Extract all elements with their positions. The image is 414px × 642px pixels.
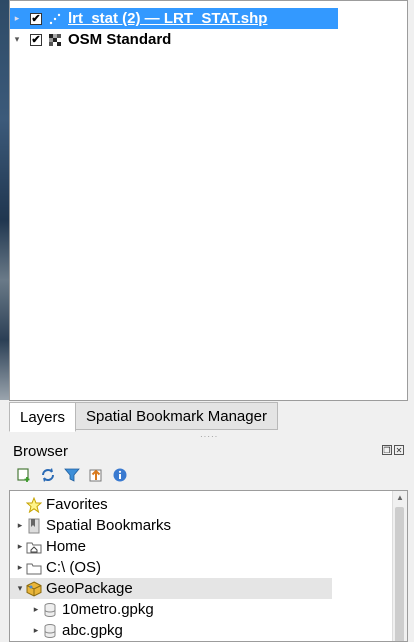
tree-expander[interactable]: ▸ [14,562,26,573]
home-folder-icon [26,539,42,555]
tree-item-label: Spatial Bookmarks [46,517,172,534]
collapse-arrow-icon[interactable]: ▾ [10,34,24,45]
layer-visibility-checkbox[interactable]: ✔ [30,12,42,25]
tree-expander[interactable]: ▸ [30,625,42,636]
vertical-scrollbar[interactable]: ▲ [392,491,407,641]
tree-item-10metro-gpkg[interactable]: ▸ 10metro.gpkg [30,599,154,620]
expand-arrow-icon[interactable]: ▸ [10,13,24,24]
browser-tree[interactable]: Favorites ▸ Spatial Bookmarks ▸ Home ▸ C… [9,490,408,642]
layers-panel[interactable]: ▸ ✔ lrt_stat (2) — LRT_STAT.shp ▾ ✔ OSM … [9,0,408,401]
tree-item-c-drive[interactable]: ▸ C:\ (OS) [14,557,101,578]
scroll-up-arrow-icon[interactable]: ▲ [396,493,404,502]
tree-expander[interactable]: ▸ [14,520,26,531]
bookmark-icon [26,518,42,534]
tab-layers[interactable]: Layers [9,402,77,432]
restore-icon[interactable]: ❐ [382,445,392,455]
browser-toolbar [16,467,128,483]
star-icon [26,496,42,513]
tree-item-abc-gpkg[interactable]: ▸ abc.gpkg [30,620,123,641]
layer-name[interactable]: lrt_stat (2) — LRT_STAT.shp [68,10,267,27]
layer-row-lrt-stat[interactable]: ▸ ✔ lrt_stat (2) — LRT_STAT.shp [10,8,338,29]
tab-spatial-bookmark-manager[interactable]: Spatial Bookmark Manager [75,402,278,430]
layer-visibility-checkbox[interactable]: ✔ [30,33,42,46]
tree-item-label: abc.gpkg [62,622,123,639]
panel-window-controls: ❐ ✕ [382,445,404,455]
panel-splitter-handle[interactable]: ····· [200,432,218,441]
layer-row-osm-standard[interactable]: ▾ ✔ OSM Standard [10,29,172,50]
tree-item-home[interactable]: ▸ Home [14,536,86,557]
point-layer-icon [48,12,62,26]
tree-item-label: Home [46,538,87,555]
collapse-all-icon[interactable] [88,467,104,483]
filter-icon[interactable] [64,467,80,483]
refresh-icon[interactable] [40,467,56,483]
close-icon[interactable]: ✕ [394,445,404,455]
tree-item-favorites[interactable]: Favorites [14,494,108,515]
panel-tabs: Layers Spatial Bookmark Manager [9,402,278,432]
tree-item-label: GeoPackage [46,580,133,597]
tree-item-spatial-bookmarks[interactable]: ▸ Spatial Bookmarks [14,515,171,536]
tree-item-label: C:\ (OS) [46,559,101,576]
map-canvas-edge [0,0,9,400]
tree-item-geopackage[interactable]: ▾ GeoPackage [10,578,332,599]
raster-tile-icon [48,33,62,47]
add-selected-layers-icon[interactable] [16,467,32,483]
database-icon [42,623,58,639]
scrollbar-thumb[interactable] [395,507,404,641]
tree-item-label: Favorites [46,496,108,513]
database-icon [42,602,58,618]
tree-expander[interactable]: ▸ [14,541,26,552]
layer-name[interactable]: OSM Standard [68,31,171,48]
browser-panel-title: Browser [13,443,69,460]
folder-icon [26,560,42,576]
tree-expander[interactable]: ▸ [30,604,42,615]
tree-expander[interactable]: ▾ [14,583,26,594]
info-icon[interactable] [112,467,128,483]
geopackage-icon [26,580,42,597]
tree-item-label: 10metro.gpkg [62,601,154,618]
